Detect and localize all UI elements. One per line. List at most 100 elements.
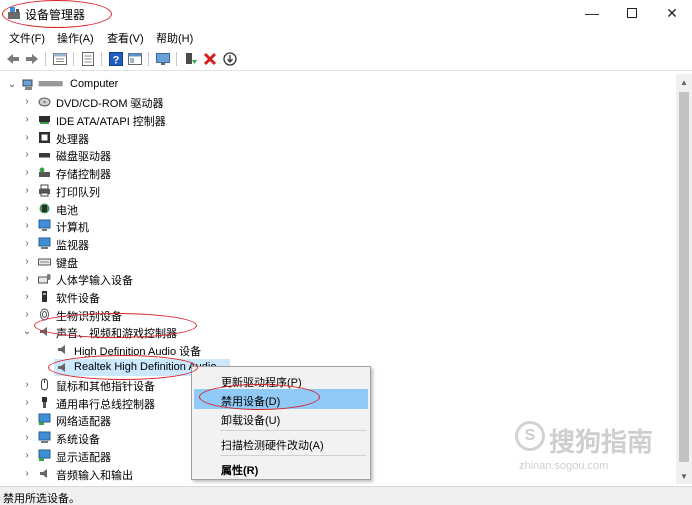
expand-icon[interactable]: › xyxy=(22,431,32,443)
tree-label: 显示适配器 xyxy=(56,452,111,464)
help-icon[interactable]: ? xyxy=(108,51,124,67)
title-bar: 设备管理器 — ✕ xyxy=(0,0,692,26)
expand-icon[interactable]: › xyxy=(22,113,32,125)
tree-label: 音频输入和输出 xyxy=(56,470,133,482)
tree-item-keyboard[interactable]: › 键盘 xyxy=(0,253,676,271)
toolbar-separator xyxy=(176,52,177,66)
expand-icon[interactable]: › xyxy=(22,272,32,284)
vertical-scrollbar[interactable]: ▲ ▼ xyxy=(676,74,692,484)
tree-item-storage[interactable]: › 存储控制器 xyxy=(0,164,676,182)
expand-icon[interactable]: › xyxy=(22,202,32,214)
expand-icon[interactable]: › xyxy=(22,290,32,302)
tree-label: 系统设备 xyxy=(56,434,100,446)
expand-icon[interactable]: › xyxy=(22,467,32,479)
expand-icon[interactable]: › xyxy=(22,396,32,408)
menu-help[interactable]: 帮助(H) xyxy=(156,30,193,46)
expand-icon[interactable]: › xyxy=(22,131,32,143)
scroll-down-icon[interactable]: ▼ xyxy=(676,468,692,484)
uninstall-icon[interactable] xyxy=(202,51,218,67)
network-adapter-icon xyxy=(38,413,51,425)
tree-label: 软件设备 xyxy=(56,293,100,305)
printer-icon xyxy=(39,184,50,197)
status-text: 禁用所选设备。 xyxy=(3,493,80,505)
menu-properties[interactable]: 属性(R) xyxy=(194,458,368,478)
tree-label: 监视器 xyxy=(56,240,89,252)
expand-icon[interactable]: › xyxy=(22,308,32,320)
properties-grid-icon[interactable] xyxy=(52,51,68,67)
expand-icon[interactable]: › xyxy=(22,255,32,267)
tree-label: 电池 xyxy=(56,205,78,217)
tree-item-dvd[interactable]: › DVD/CD-ROM 驱动器 xyxy=(0,93,676,111)
scroll-thumb[interactable] xyxy=(679,92,689,462)
tree-root[interactable]: ⌄ ■■■■■ Computer xyxy=(0,76,676,93)
expand-icon[interactable]: › xyxy=(22,95,32,107)
maximize-button[interactable] xyxy=(612,0,652,26)
scan-icon[interactable] xyxy=(222,51,238,67)
tree-item-sound[interactable]: ⌄ 声音、视频和游戏控制器 xyxy=(0,323,676,341)
tree-item-computer[interactable]: › 计算机 xyxy=(0,217,676,234)
close-button[interactable]: ✕ xyxy=(652,0,692,26)
tree-label: High Definition Audio 设备 xyxy=(74,346,202,358)
menu-action[interactable]: 操作(A) xyxy=(57,30,94,46)
toolbar: ? xyxy=(0,47,692,71)
collapse-icon[interactable]: ⌄ xyxy=(7,78,17,90)
tree-label: 计算机 xyxy=(56,222,89,234)
menu-view[interactable]: 查看(V) xyxy=(107,30,144,46)
collapse-icon[interactable]: ⌄ xyxy=(22,325,32,337)
tree-label: 处理器 xyxy=(56,134,89,146)
speaker-icon xyxy=(58,363,65,372)
scroll-up-icon[interactable]: ▲ xyxy=(676,74,692,90)
tree-label: DVD/CD-ROM 驱动器 xyxy=(56,98,164,110)
tree-item-battery[interactable]: › 电池 xyxy=(0,200,676,218)
expand-icon[interactable]: › xyxy=(22,413,32,425)
expand-icon[interactable]: › xyxy=(22,449,32,461)
tree-label: 人体学输入设备 xyxy=(56,275,133,287)
forward-icon[interactable] xyxy=(24,51,40,67)
computer-icon xyxy=(22,79,33,90)
watermark-url: zhinan.sogou.com xyxy=(519,460,609,472)
tree-label: 网络适配器 xyxy=(56,416,111,428)
update-driver-icon[interactable] xyxy=(183,51,199,67)
menu-separator xyxy=(220,455,366,456)
menu-disable-device[interactable]: 禁用设备(D) xyxy=(194,389,368,409)
menu-file[interactable]: 文件(F) xyxy=(9,30,45,46)
minimize-button[interactable]: — xyxy=(572,0,612,26)
expand-icon[interactable]: › xyxy=(22,219,32,231)
tree-label: 鼠标和其他指针设备 xyxy=(56,381,155,393)
display-adapter-icon xyxy=(38,449,51,461)
tree-item-hd-audio[interactable]: High Definition Audio 设备 xyxy=(0,341,676,358)
monitor-icon[interactable] xyxy=(155,51,171,67)
tree-item-disk[interactable]: › 磁盘驱动器 xyxy=(0,146,676,164)
expand-icon[interactable]: › xyxy=(22,166,32,178)
device-manager-icon xyxy=(8,7,20,19)
tree-item-monitor[interactable]: › 监视器 xyxy=(0,235,676,252)
tree-item-processor[interactable]: › 处理器 xyxy=(0,129,676,147)
menu-scan-hardware[interactable]: 扫描检测硬件改动(A) xyxy=(194,433,368,453)
keyboard-icon xyxy=(38,258,51,266)
tree-item-ide[interactable]: › IDE ATA/ATAPI 控制器 xyxy=(0,111,676,129)
expand-icon[interactable]: › xyxy=(22,378,32,390)
toolbar-separator xyxy=(45,52,46,66)
menu-separator xyxy=(220,430,366,431)
speaker-icon xyxy=(40,327,47,336)
expand-icon[interactable]: › xyxy=(22,148,32,160)
tree-item-hid[interactable]: › 人体学输入设备 xyxy=(0,270,676,288)
window-title: 设备管理器 xyxy=(25,8,86,22)
back-icon[interactable] xyxy=(5,51,21,67)
expand-icon[interactable]: › xyxy=(22,184,32,196)
show-hidden-icon[interactable] xyxy=(80,51,96,67)
watermark-logo: S xyxy=(515,421,545,451)
view-icon[interactable] xyxy=(127,51,143,67)
tree-item-biometric[interactable]: › 生物识别设备 xyxy=(0,306,676,323)
tree-item-software[interactable]: › 软件设备 xyxy=(0,288,676,306)
expand-icon[interactable]: › xyxy=(22,237,32,249)
tree-item-print-queue[interactable]: › 打印队列 xyxy=(0,182,676,199)
menu-bar: 文件(F) 操作(A) 查看(V) 帮助(H) xyxy=(0,28,692,46)
monitor-icon xyxy=(38,237,51,249)
tree-label: 打印队列 xyxy=(56,187,100,199)
ide-controller-icon xyxy=(39,116,50,124)
menu-uninstall-device[interactable]: 卸载设备(U) xyxy=(194,408,368,428)
tree-label: 存储控制器 xyxy=(56,169,111,181)
watermark-text: 搜狗指南 xyxy=(549,427,654,457)
menu-update-driver[interactable]: 更新驱动程序(P) xyxy=(194,370,368,390)
